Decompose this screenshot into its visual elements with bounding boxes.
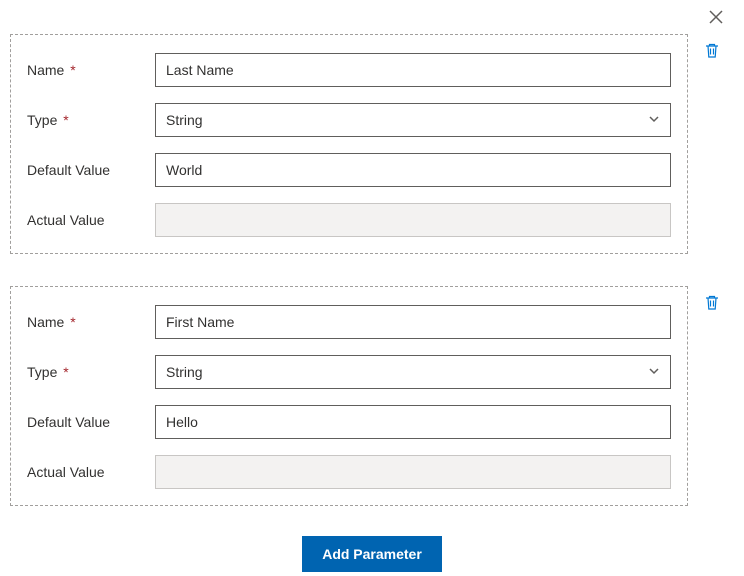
required-marker: * [70,314,75,330]
type-select-value: String [166,364,203,380]
name-row: Name * [27,53,671,87]
actual-value-display [155,203,671,237]
add-parameter-button[interactable]: Add Parameter [302,536,442,572]
actual-value-label: Actual Value [27,212,155,228]
default-value-row: Default Value [27,405,671,439]
type-label: Type * [27,364,155,380]
actual-value-row: Actual Value [27,203,671,237]
type-select[interactable]: String [155,103,671,137]
default-value-input[interactable] [155,405,671,439]
trash-icon [704,294,720,314]
type-label: Type * [27,112,155,128]
required-marker: * [63,364,68,380]
actual-value-display [155,455,671,489]
required-marker: * [70,62,75,78]
type-select[interactable]: String [155,355,671,389]
trash-icon [704,42,720,62]
name-label: Name * [27,62,155,78]
default-value-input[interactable] [155,153,671,187]
type-select-value: String [166,112,203,128]
close-button[interactable] [706,8,726,28]
default-value-label: Default Value [27,414,155,430]
delete-parameter-button[interactable] [703,295,721,313]
name-row: Name * [27,305,671,339]
default-value-label: Default Value [27,162,155,178]
default-value-row: Default Value [27,153,671,187]
delete-parameter-button[interactable] [703,43,721,61]
name-input[interactable] [155,305,671,339]
name-label: Name * [27,314,155,330]
actual-value-label: Actual Value [27,464,155,480]
type-row: Type * String [27,103,671,137]
chevron-down-icon [648,364,660,380]
name-input[interactable] [155,53,671,87]
type-row: Type * String [27,355,671,389]
parameter-card: Name * Type * String Default Value Actua… [10,34,688,254]
actual-value-row: Actual Value [27,455,671,489]
required-marker: * [63,112,68,128]
close-icon [709,10,723,27]
parameter-card: Name * Type * String Default Value Actua… [10,286,688,506]
chevron-down-icon [648,112,660,128]
